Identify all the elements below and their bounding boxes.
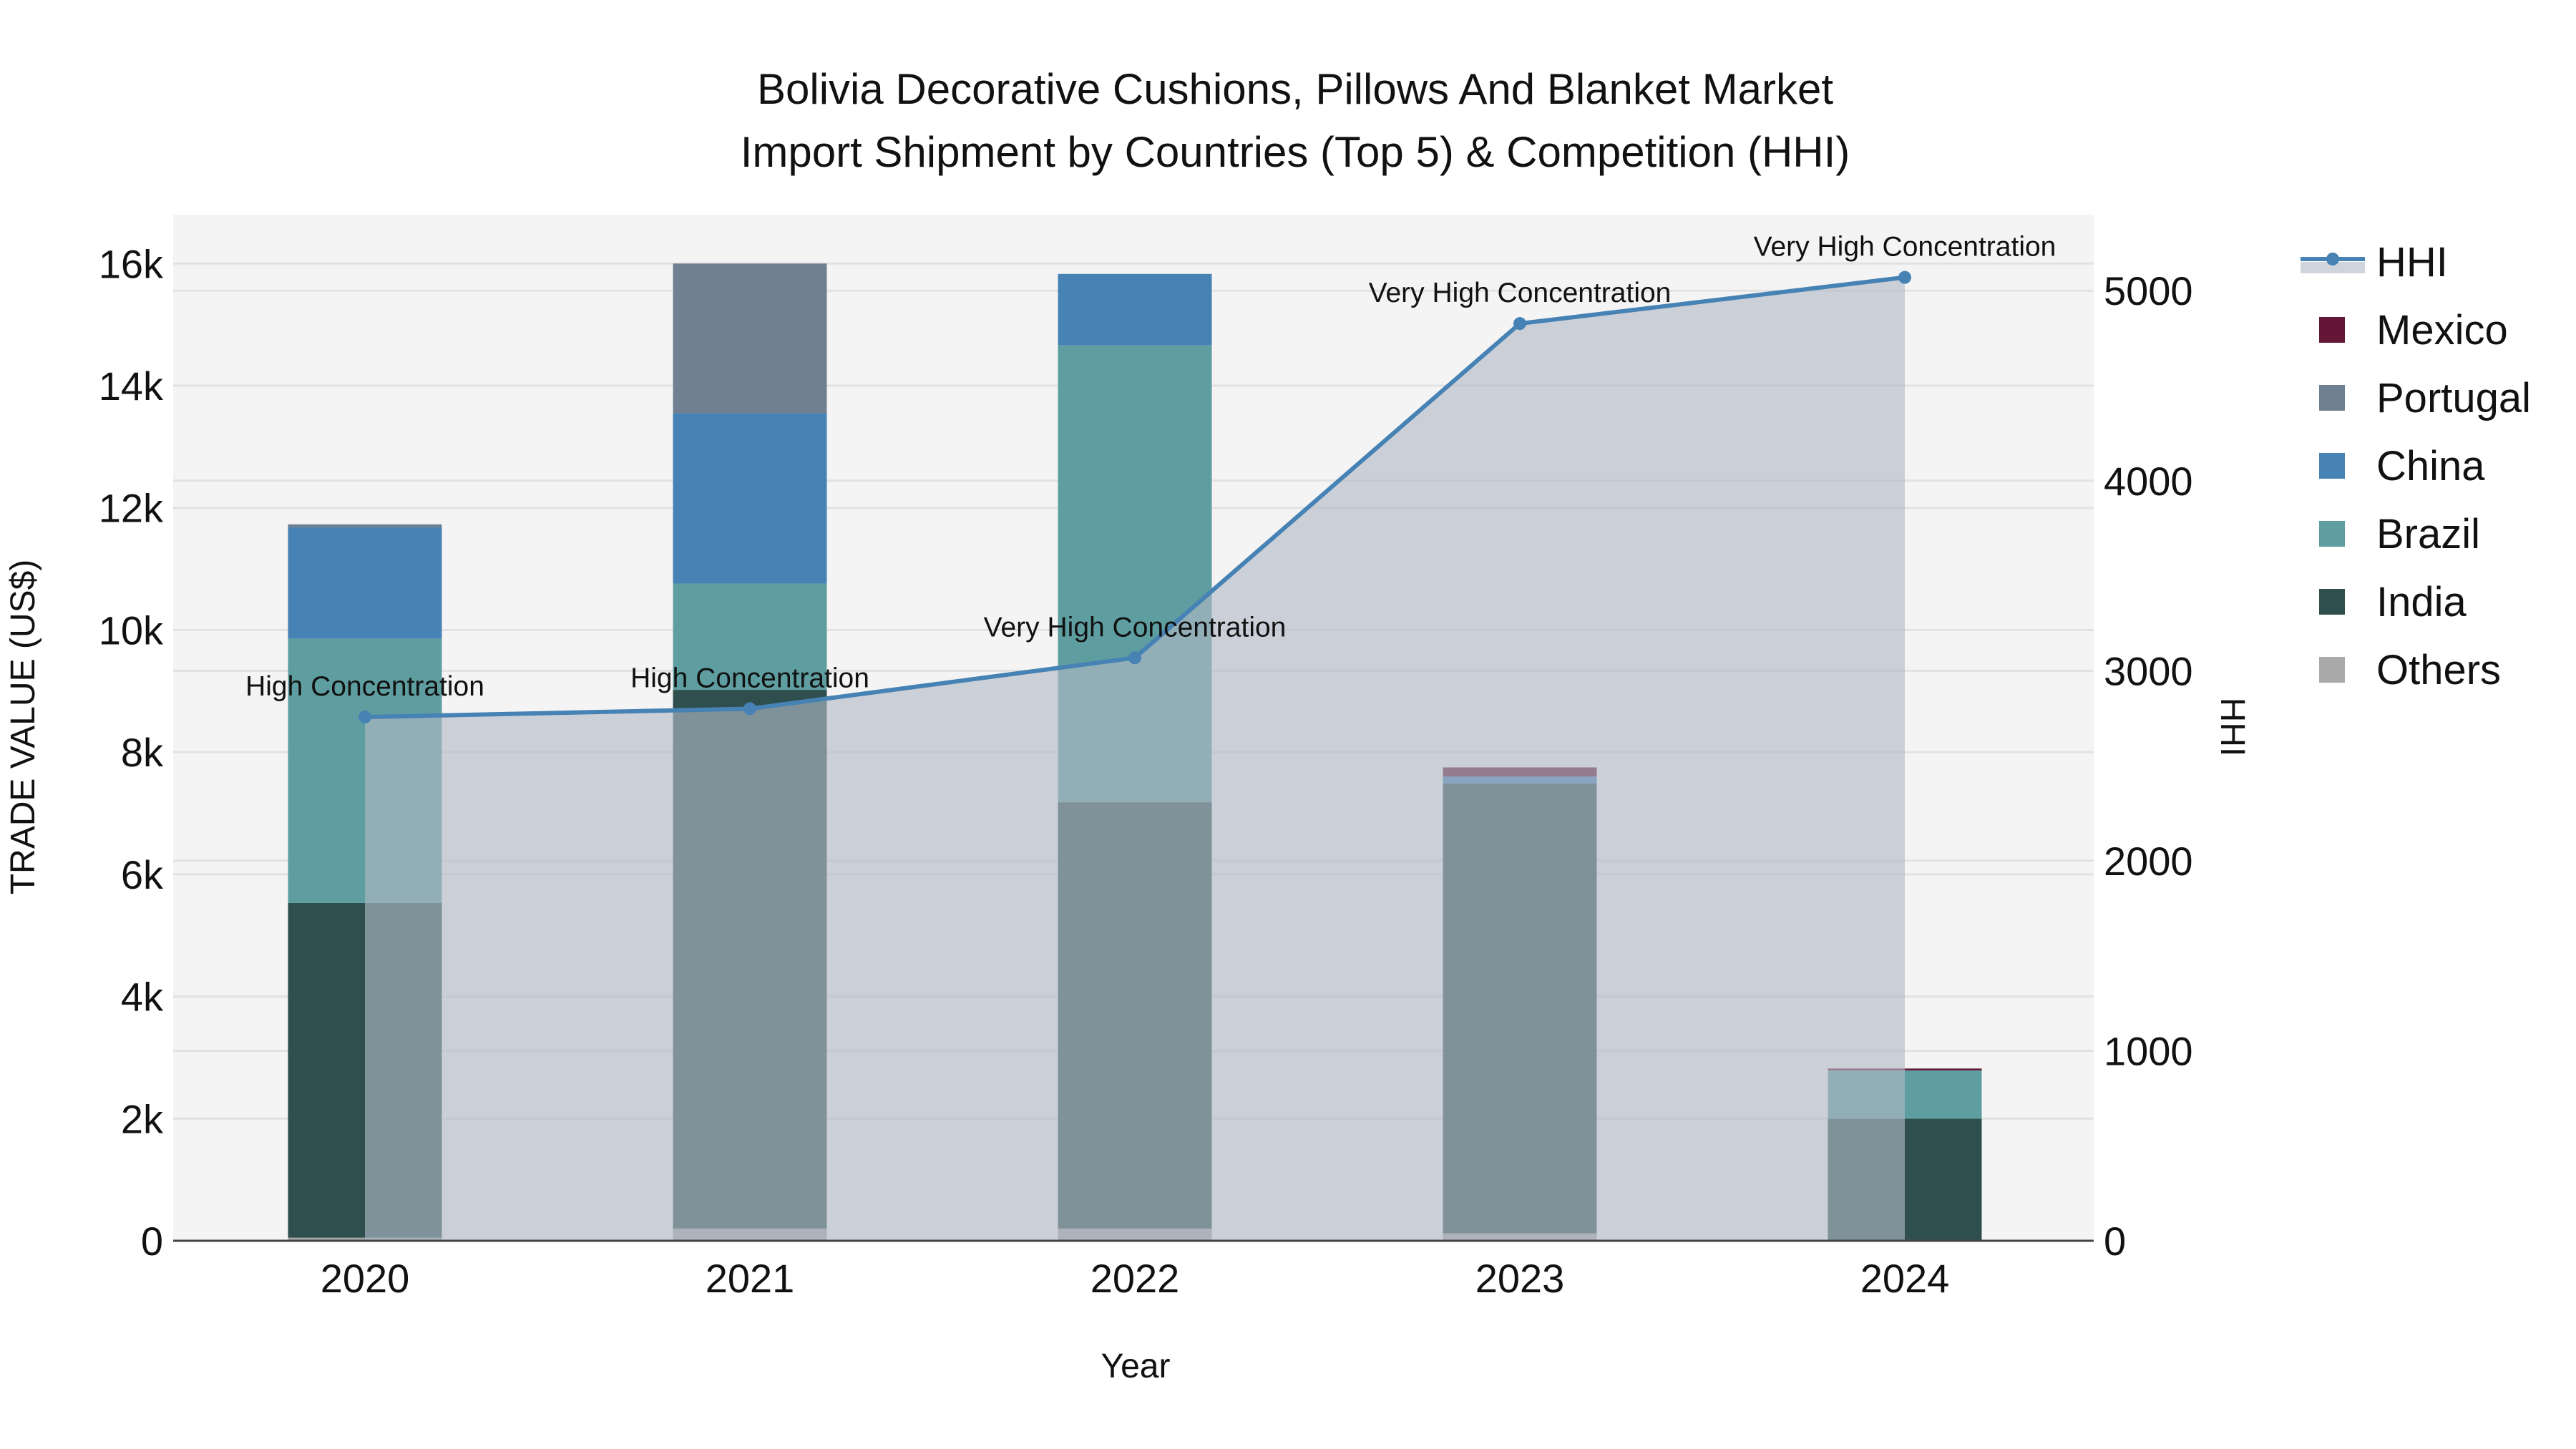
legend-label: Brazil bbox=[2376, 511, 2480, 557]
legend-item-china[interactable]: China bbox=[2319, 443, 2485, 489]
hhi-annotation: High Concentration bbox=[630, 663, 869, 693]
hhi-point bbox=[358, 711, 371, 724]
legend-hhi-marker bbox=[2326, 253, 2339, 265]
chart-title-line1: Bolivia Decorative Cushions, Pillows And… bbox=[757, 65, 1833, 113]
hhi-annotation: Very High Concentration bbox=[1369, 278, 1672, 308]
bar-segment-china bbox=[1058, 273, 1212, 346]
y2-tick-label: 0 bbox=[2104, 1219, 2126, 1264]
legend-item-others[interactable]: Others bbox=[2319, 647, 2501, 693]
x-tick-label: 2023 bbox=[1475, 1256, 1565, 1301]
legend-swatch bbox=[2319, 521, 2345, 547]
y2-tick-label: 1000 bbox=[2104, 1028, 2193, 1073]
hhi-annotation: Very High Concentration bbox=[1754, 232, 2057, 263]
legend-item-portugal[interactable]: Portugal bbox=[2319, 375, 2531, 421]
y-tick-label: 10k bbox=[99, 608, 164, 653]
x-tick-label: 2021 bbox=[706, 1256, 795, 1301]
y2-tick-label: 2000 bbox=[2104, 839, 2193, 884]
y2-axis-label: HHI bbox=[2213, 698, 2251, 757]
y-tick-label: 16k bbox=[99, 241, 164, 286]
x-tick-label: 2022 bbox=[1091, 1256, 1180, 1301]
legend-swatch bbox=[2319, 385, 2345, 411]
y-tick-label: 8k bbox=[121, 730, 164, 775]
bar-segment-china bbox=[288, 527, 442, 639]
legend-label: Others bbox=[2376, 647, 2501, 693]
y2-tick-label: 3000 bbox=[2104, 648, 2193, 693]
y-tick-label: 2k bbox=[121, 1096, 164, 1141]
bar-segment-portugal bbox=[673, 263, 827, 414]
y2-tick-label: 4000 bbox=[2104, 459, 2193, 504]
y-tick-label: 4k bbox=[121, 975, 164, 1020]
legend-item-brazil[interactable]: Brazil bbox=[2319, 511, 2480, 557]
hhi-point bbox=[743, 702, 756, 716]
hhi-annotation: High Concentration bbox=[245, 671, 484, 702]
bar-segment-china bbox=[673, 413, 827, 584]
y-tick-label: 14k bbox=[99, 364, 164, 409]
legend-swatch bbox=[2319, 317, 2345, 343]
legend-swatch bbox=[2319, 657, 2345, 683]
y2-tick-label: 5000 bbox=[2104, 268, 2193, 313]
hhi-point bbox=[1898, 270, 1911, 284]
y-tick-label: 12k bbox=[99, 486, 164, 531]
x-axis-label: Year bbox=[1101, 1347, 1171, 1385]
legend-item-india[interactable]: India bbox=[2319, 579, 2467, 625]
hhi-point bbox=[1513, 317, 1526, 331]
y-tick-label: 0 bbox=[141, 1219, 163, 1264]
legend-swatch bbox=[2319, 589, 2345, 615]
legend-label: Mexico bbox=[2376, 307, 2508, 353]
hhi-annotation: Very High Concentration bbox=[984, 612, 1287, 643]
legend-item-mexico[interactable]: Mexico bbox=[2319, 307, 2508, 353]
y-axis-label: TRADE VALUE (US$) bbox=[4, 560, 42, 895]
y-tick-label: 6k bbox=[121, 852, 164, 897]
x-tick-label: 2020 bbox=[321, 1256, 410, 1301]
hhi-trade-chart: Bolivia Decorative Cushions, Pillows And… bbox=[4, 65, 2531, 1385]
legend-item-hhi[interactable]: HHI bbox=[2301, 239, 2448, 286]
legend-label: Portugal bbox=[2376, 375, 2531, 421]
legend-label: China bbox=[2376, 443, 2485, 489]
bar-segment-portugal bbox=[288, 524, 442, 528]
hhi-point bbox=[1128, 651, 1141, 665]
x-tick-label: 2024 bbox=[1860, 1256, 1950, 1301]
legend: HHI Mexico Portugal China Brazil India Others bbox=[2301, 239, 2531, 693]
legend-swatch bbox=[2319, 453, 2345, 479]
legend-label: HHI bbox=[2376, 239, 2448, 286]
legend-label: India bbox=[2376, 579, 2467, 625]
chart-title-line2: Import Shipment by Countries (Top 5) & C… bbox=[741, 128, 1850, 176]
